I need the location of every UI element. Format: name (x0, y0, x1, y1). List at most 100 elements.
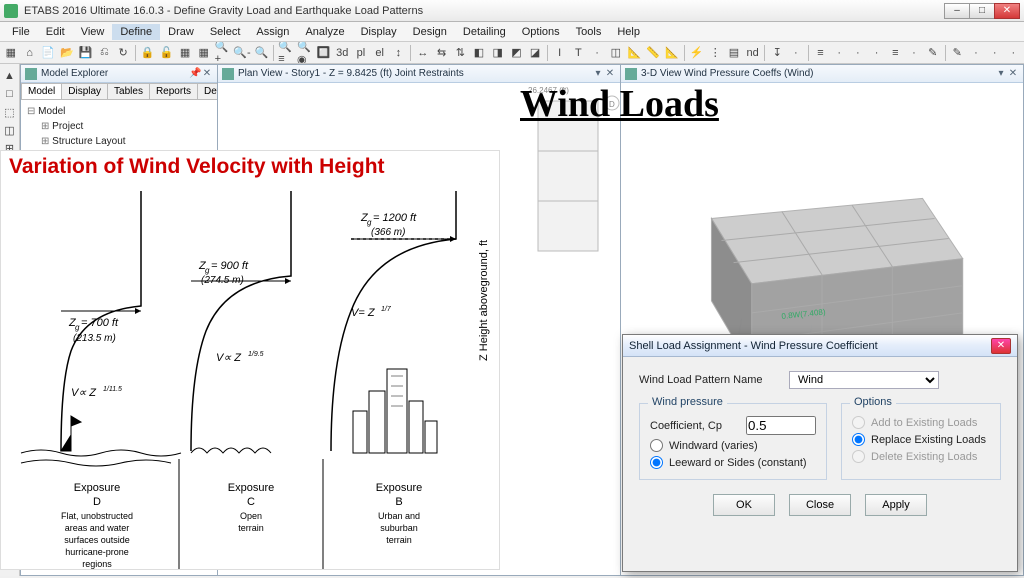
ok-button[interactable]: OK (713, 494, 775, 516)
toolbar-button-1[interactable]: ⌂ (21, 44, 39, 62)
menu-display[interactable]: Display (353, 24, 405, 40)
toolbar-button-43[interactable]: · (830, 44, 848, 62)
toolbar-button-36[interactable]: ⋮ (706, 44, 724, 62)
minimize-button[interactable]: – (944, 3, 970, 19)
toolbar-button-12[interactable]: 🔍- (232, 44, 251, 62)
toolbar-button-2[interactable]: 📄 (39, 44, 57, 62)
model-explorer-header[interactable]: Model Explorer 📌 ✕ (21, 65, 217, 83)
left-tool-2[interactable]: ⬚ (2, 104, 18, 120)
toolbar-button-49[interactable]: ✎ (948, 44, 966, 62)
left-tool-1[interactable]: □ (2, 86, 18, 102)
toolbar-button-40[interactable]: ↧ (768, 44, 786, 62)
menu-edit[interactable]: Edit (38, 24, 73, 40)
toolbar-button-4[interactable]: 💾 (77, 44, 95, 62)
tree-node[interactable]: Structure Layout (41, 134, 211, 149)
menu-options[interactable]: Options (514, 24, 568, 40)
toolbar-button-42[interactable]: ≡ (812, 44, 830, 62)
explorer-tab-tables[interactable]: Tables (107, 83, 150, 99)
menu-help[interactable]: Help (609, 24, 648, 40)
panel-dropdown-icon[interactable]: ▾ (995, 68, 1007, 79)
toolbar-button-22[interactable]: ⇆ (433, 44, 451, 62)
panel-close-icon[interactable]: ✕ (1007, 68, 1019, 79)
toolbar-button-30[interactable]: · (588, 44, 606, 62)
toolbar-button-51[interactable]: · (986, 44, 1004, 62)
toolbar-button-20[interactable]: ↕ (389, 44, 407, 62)
toolbar-button-5[interactable]: ⎌ (96, 44, 114, 62)
toolbar-button-8[interactable]: 🔓 (158, 44, 176, 62)
wind-pattern-select[interactable]: Wind (789, 371, 939, 389)
tree-root[interactable]: Model (27, 104, 211, 119)
menu-select[interactable]: Select (202, 24, 249, 40)
toolbar-button-7[interactable]: 🔒 (139, 44, 157, 62)
maximize-button[interactable]: □ (969, 3, 995, 19)
toolbar-button-3[interactable]: 📂 (58, 44, 76, 62)
explorer-tab-reports[interactable]: Reports (149, 83, 198, 99)
dialog-close-button[interactable]: ✕ (991, 338, 1011, 354)
menu-view[interactable]: View (73, 24, 113, 40)
dialog-title-bar[interactable]: Shell Load Assignment - Wind Pressure Co… (623, 335, 1017, 357)
toolbar-button-17[interactable]: 3d (333, 44, 351, 62)
toolbar-button-25[interactable]: ◨ (489, 44, 507, 62)
coefficient-input[interactable] (746, 416, 816, 435)
panel-close-icon[interactable]: ✕ (201, 68, 213, 79)
menu-design[interactable]: Design (405, 24, 455, 40)
toolbar-button-33[interactable]: 📏 (644, 44, 662, 62)
toolbar-button-47[interactable]: · (905, 44, 923, 62)
toolbar-button-46[interactable]: ≡ (886, 44, 904, 62)
menu-define[interactable]: Define (112, 24, 160, 40)
toolbar-button-19[interactable]: el (371, 44, 389, 62)
explorer-tab-model[interactable]: Model (21, 83, 62, 99)
toolbar-button-14[interactable]: 🔍≡ (277, 44, 295, 62)
toolbar-button-32[interactable]: 📐 (626, 44, 644, 62)
toolbar-button-38[interactable]: nd (744, 44, 762, 62)
toolbar-button-45[interactable]: · (868, 44, 886, 62)
panel-dropdown-icon[interactable]: ▾ (592, 68, 604, 79)
toolbar-button-41[interactable]: · (787, 44, 805, 62)
menu-tools[interactable]: Tools (568, 24, 610, 40)
toolbar-button-9[interactable]: ▦ (176, 44, 194, 62)
tree-node[interactable]: Project (41, 119, 211, 134)
toolbar-button-0[interactable]: ▦ (2, 44, 20, 62)
toolbar-button-26[interactable]: ◩ (508, 44, 526, 62)
leeward-radio[interactable] (650, 456, 663, 469)
left-tool-0[interactable]: ▲ (2, 68, 18, 84)
toolbar-button-23[interactable]: ⇅ (451, 44, 469, 62)
toolbar-button-16[interactable]: 🔲 (315, 44, 333, 62)
toolbar-button-44[interactable]: · (849, 44, 867, 62)
toolbar-button-27[interactable]: ◪ (526, 44, 544, 62)
toolbar-button-21[interactable]: ↔ (414, 44, 432, 62)
panel-pin-icon[interactable]: 📌 (189, 68, 201, 79)
toolbar-button-29[interactable]: T (570, 44, 588, 62)
toolbar-button-6[interactable]: ↻ (114, 44, 132, 62)
replace-loads-radio[interactable] (852, 433, 865, 446)
toolbar-button-10[interactable]: ▦ (195, 44, 213, 62)
toolbar-button-52[interactable]: · (1005, 44, 1023, 62)
left-tool-3[interactable]: ◫ (2, 122, 18, 138)
menu-assign[interactable]: Assign (248, 24, 297, 40)
toolbar-button-13[interactable]: 🔍 (253, 44, 271, 62)
toolbar-button-11[interactable]: 🔍+ (214, 44, 232, 62)
close-button[interactable]: ✕ (994, 3, 1020, 19)
toolbar-button-18[interactable]: pl (352, 44, 370, 62)
apply-button[interactable]: Apply (865, 494, 927, 516)
toolbar-button-15[interactable]: 🔍◉ (296, 44, 314, 62)
svg-text:surfaces outside: surfaces outside (64, 535, 130, 545)
toolbar-button-48[interactable]: ✎ (924, 44, 942, 62)
toolbar-button-50[interactable]: · (967, 44, 985, 62)
toolbar-button-31[interactable]: ◫ (607, 44, 625, 62)
toolbar-button-28[interactable]: I (551, 44, 569, 62)
toolbar-button-37[interactable]: ▤ (725, 44, 743, 62)
explorer-tab-display[interactable]: Display (61, 83, 108, 99)
toolbar-button-35[interactable]: ⚡ (688, 44, 706, 62)
menu-file[interactable]: File (4, 24, 38, 40)
toolbar-button-24[interactable]: ◧ (470, 44, 488, 62)
menu-detailing[interactable]: Detailing (455, 24, 514, 40)
3d-view-header[interactable]: 3-D View Wind Pressure Coeffs (Wind) ▾ ✕ (621, 65, 1023, 83)
menu-analyze[interactable]: Analyze (297, 24, 352, 40)
windward-radio[interactable] (650, 439, 663, 452)
panel-close-icon[interactable]: ✕ (604, 68, 616, 79)
close-dialog-button[interactable]: Close (789, 494, 851, 516)
menu-draw[interactable]: Draw (160, 24, 202, 40)
toolbar-button-34[interactable]: 📐 (663, 44, 681, 62)
plan-view-header[interactable]: Plan View - Story1 - Z = 9.8425 (ft) Joi… (218, 65, 620, 83)
